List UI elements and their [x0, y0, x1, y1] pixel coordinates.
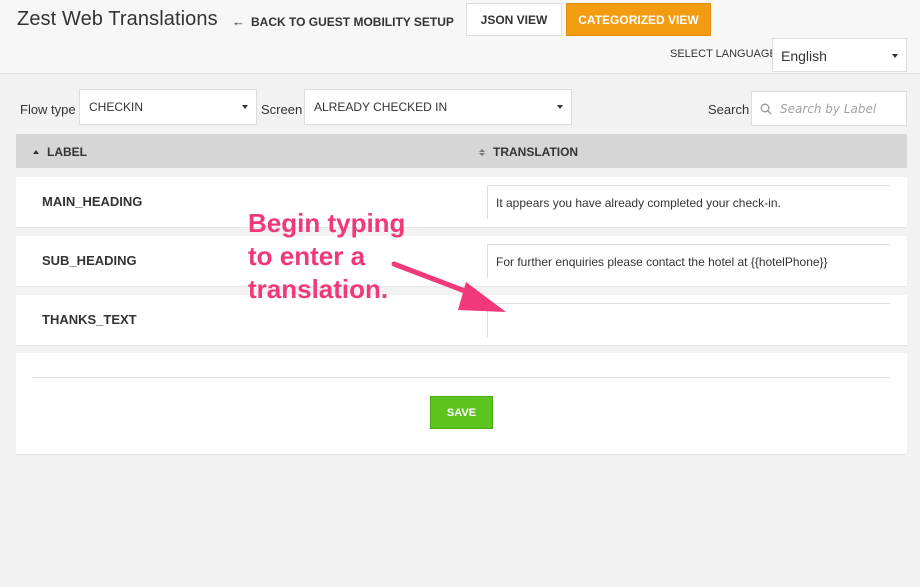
row-label: THANKS_TEXT: [42, 312, 137, 327]
sort-ascending-icon: [33, 150, 39, 154]
top-bar: Zest Web Translations ← BACK TO GUEST MO…: [0, 0, 920, 74]
categorized-view-button[interactable]: CATEGORIZED VIEW: [566, 3, 711, 36]
screen-value: ALREADY CHECKED IN: [314, 100, 448, 114]
app-title: Zest Web Translations: [17, 8, 218, 30]
label-column-title: LABEL: [47, 145, 87, 159]
screen-label: Screen: [261, 102, 303, 117]
screen-select[interactable]: ALREADY CHECKED IN: [304, 89, 572, 125]
table-header: LABEL TRANSLATION: [16, 134, 907, 168]
sort-icon: [479, 148, 485, 156]
table-row: MAIN_HEADING It appears you have already…: [16, 177, 907, 228]
search-input[interactable]: [780, 101, 900, 116]
flow-type-label: Flow type: [20, 102, 76, 117]
translation-column-header[interactable]: TRANSLATION: [479, 145, 578, 159]
back-link[interactable]: ← BACK TO GUEST MOBILITY SETUP: [232, 14, 454, 29]
flow-type-select[interactable]: CHECKIN: [79, 89, 257, 125]
translation-column-title: TRANSLATION: [493, 145, 579, 159]
language-value: English: [781, 48, 827, 64]
annotation-arrow-icon: [391, 261, 506, 312]
translation-input[interactable]: [487, 303, 890, 337]
select-language-label: SELECT LANGUAGE: [670, 48, 777, 60]
search-icon: [760, 103, 772, 114]
language-select[interactable]: English: [772, 38, 907, 72]
search-field[interactable]: [751, 91, 907, 126]
caret-down-icon: [557, 105, 563, 109]
row-label: SUB_HEADING: [42, 253, 137, 268]
json-view-button[interactable]: JSON VIEW: [466, 3, 562, 36]
row-label: MAIN_HEADING: [42, 194, 143, 209]
label-column-header[interactable]: LABEL: [33, 145, 87, 159]
translation-input[interactable]: For further enquiries please contact the…: [487, 244, 890, 278]
flow-type-value: CHECKIN: [89, 100, 144, 114]
arrow-left-icon: ←: [232, 14, 245, 29]
caret-down-icon: [892, 54, 898, 58]
caret-down-icon: [242, 105, 248, 109]
save-button[interactable]: SAVE: [430, 396, 493, 429]
search-label: Search: [708, 102, 750, 117]
translation-input[interactable]: It appears you have already completed yo…: [487, 185, 890, 219]
save-panel: SAVE: [16, 353, 907, 455]
back-link-label: BACK TO GUEST MOBILITY SETUP: [251, 14, 454, 29]
divider: [32, 377, 890, 378]
